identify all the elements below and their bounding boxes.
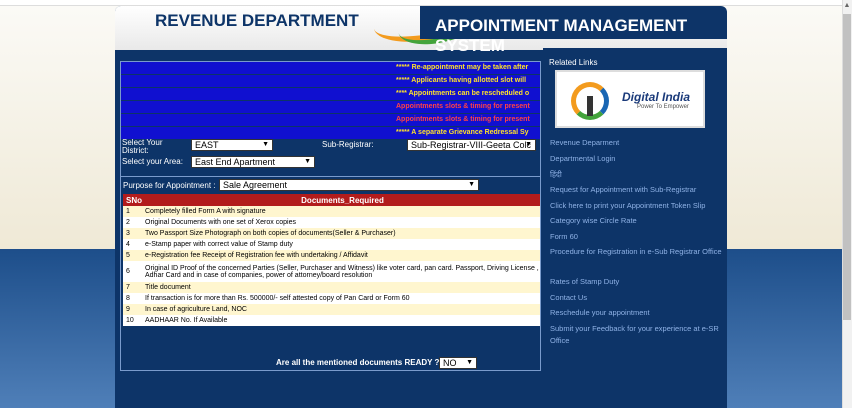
area-value: East End Apartment [195,157,276,167]
row-document: Two Passport Size Photograph on both cop… [142,228,540,239]
purpose-value: Sale Agreement [223,180,288,190]
link-registration-procedure[interactable]: Procedure for Registration in e-Sub Regi… [550,246,722,258]
link-feedback[interactable]: Submit your Feedback for your experience… [550,323,722,347]
row-document: AADHAAR No. If Available [142,315,540,326]
ticker-line: Appointments slots & timing for present [121,114,540,126]
link-contact-us[interactable]: Contact Us [550,292,722,304]
purpose-select[interactable]: Sale Agreement ▼ [219,179,479,191]
link-circle-rate[interactable]: Category wise Circle Rate [550,215,722,227]
chevron-down-icon: ▼ [466,359,473,366]
area-select[interactable]: East End Apartment ▼ [191,156,315,168]
ticker-line: ***** A separate Grievance Redressal Sy [121,127,540,139]
row-document: In case of agriculture Land, NOC [142,304,540,315]
appointment-panel: ***** Re-appointment may be taken after … [120,61,541,191]
link-reschedule[interactable]: Reschedule your appointment [550,307,722,319]
purpose-label: Purpose for Appointment : [123,181,216,190]
district-select[interactable]: EAST ▼ [191,139,273,151]
table-row: 10 AADHAAR No. If Available [123,315,540,326]
district-label: Select Your District: [122,138,163,155]
chevron-down-icon: ▼ [468,181,475,188]
documents-panel: Purpose for Appointment : Sale Agreement… [120,176,541,371]
ticker-line: ***** Re-appointment may be taken after [121,62,540,74]
link-departmental-login[interactable]: Departmental Login [550,153,722,165]
documents-ready-value: NO [443,358,457,368]
table-header-row: SNo Documents_Required [123,194,540,206]
row-document: e-Stamp paper with correct value of Stam… [142,239,540,250]
row-sno: 3 [123,228,142,239]
row-sno: 2 [123,217,142,228]
table-row: 4 e-Stamp paper with correct value of Sta… [123,239,540,250]
chevron-down-icon: ▼ [262,141,269,148]
table-row: 7 Title document [123,282,540,293]
row-sno: 6 [123,261,142,282]
row-document: If transaction is for more than Rs. 5000… [142,293,540,304]
ticker-line: **** Appointments can be rescheduled o [121,88,540,100]
digital-india-logo[interactable]: Digital India Power To Empower [555,70,705,128]
district-value: EAST [195,140,219,150]
related-links-sidebar: Related Links Digital India Power To Emp… [543,48,727,408]
documents-ready-label: Are all the mentioned documents READY ? [276,358,440,367]
row-sno: 8 [123,293,142,304]
row-document: Title document [142,282,540,293]
row-sno: 4 [123,239,142,250]
main-container: REVENUE DEPARTMENT APPOINTMENT MANAGEMEN… [115,6,727,408]
table-row: 8 If transaction is for more than Rs. 500… [123,293,540,304]
subregistrar-select[interactable]: Sub-Registrar-VIII-Geeta Colc ▼ [407,139,536,151]
row-document: Original ID Proof of the concerned Parti… [142,261,540,282]
digital-india-emblem-stem [587,96,593,116]
link-hindi[interactable]: हिंदी [550,169,722,181]
row-document: Completely filled Form A with signature [142,206,540,217]
scroll-up-arrow-icon[interactable]: ▲ [842,0,852,12]
scrollbar-thumb[interactable] [843,14,851,320]
row-sno: 10 [123,315,142,326]
link-revenue-department[interactable]: Revenue Deparment [550,137,722,149]
link-request-appointment[interactable]: Request for Appointment with Sub-Registr… [550,184,722,196]
table-row: 5 e-Registration fee Receipt of Registrat… [123,250,540,261]
subregistrar-value: Sub-Registrar-VIII-Geeta Colc [411,140,532,150]
row-sno: 7 [123,282,142,293]
ticker-line: ***** Applicants having allotted slot wi… [121,75,540,87]
department-title: REVENUE DEPARTMENT [155,11,359,30]
header: REVENUE DEPARTMENT APPOINTMENT MANAGEMEN… [115,6,727,55]
row-document: Original Documents with one set of Xerox… [142,217,540,228]
subregistrar-label: Sub-Registrar: [322,140,374,149]
logo-text: Digital India [622,90,691,104]
table-row: 9 In case of agriculture Land, NOC [123,304,540,315]
chevron-down-icon: ▼ [525,141,532,148]
table-row: 6 Original ID Proof of the concerned Part… [123,261,540,282]
table-row: 1 Completely filled Form A with signature [123,206,540,217]
row-document: e-Registration fee Receipt of Registrati… [142,250,540,261]
link-stamp-duty-rates[interactable]: Rates of Stamp Duty [550,276,722,288]
ticker-line: Appointments slots & timing for present [121,101,540,113]
documents-ready-select[interactable]: NO ▼ [439,357,477,369]
table-row: 2 Original Documents with one set of Xero… [123,217,540,228]
documents-table: SNo Documents_Required 1 Completely fille… [123,194,540,326]
row-sno: 9 [123,304,142,315]
link-form-60[interactable]: Form 60 [550,231,722,243]
column-header-documents: Documents_Required [142,194,540,206]
link-print-token-slip[interactable]: Click here to print your Appointment Tok… [550,200,722,212]
related-links-heading: Related Links [549,58,598,67]
column-header-sno: SNo [123,194,142,206]
chevron-down-icon: ▼ [304,158,311,165]
logo-tagline: Power To Empower [637,104,689,110]
area-label: Select your Area: [122,157,183,166]
page-scrollbar[interactable]: ▲ [842,0,852,408]
row-sno: 1 [123,206,142,217]
row-sno: 5 [123,250,142,261]
table-row: 3 Two Passport Size Photograph on both co… [123,228,540,239]
